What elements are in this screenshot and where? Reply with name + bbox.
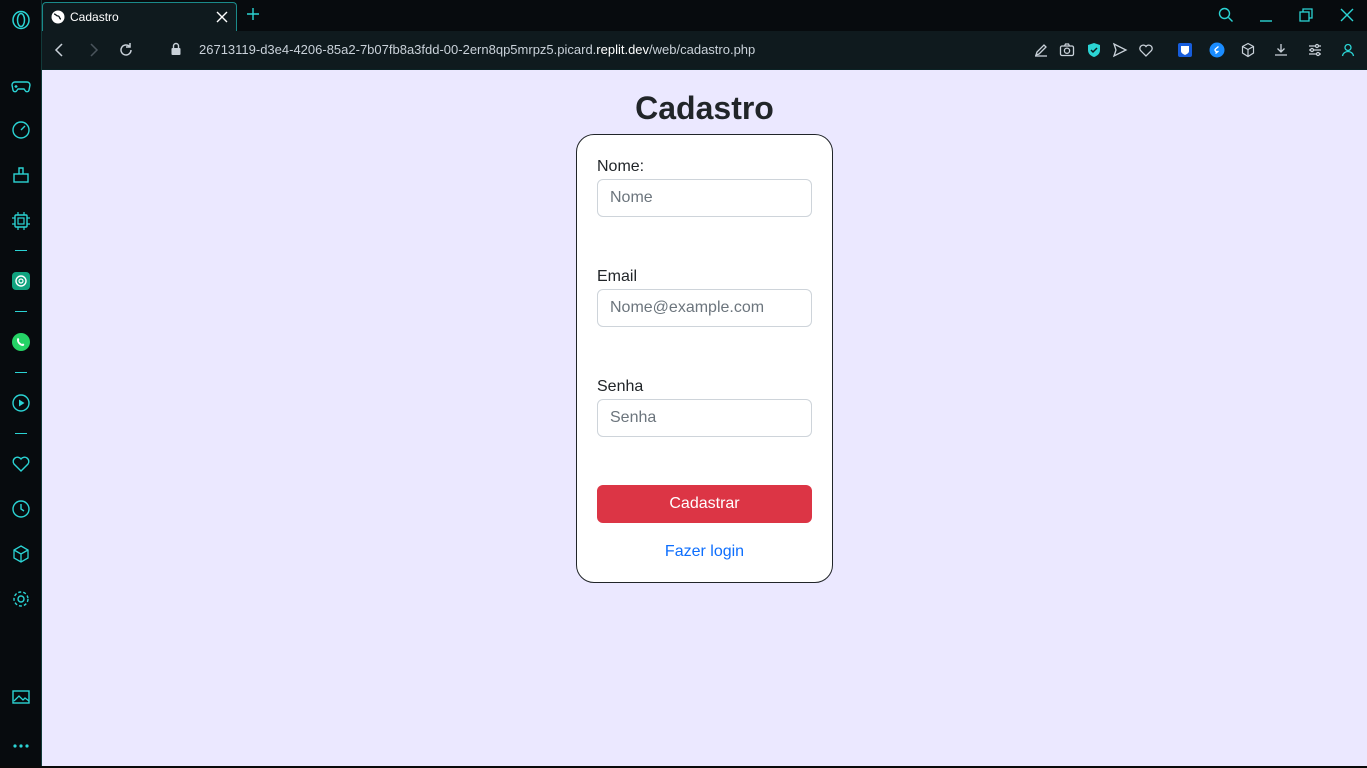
reload-icon[interactable]: [118, 42, 134, 58]
cadastrar-button[interactable]: Cadastrar: [597, 485, 812, 523]
url-prefix: 26713119-d3e4-4206-85a2-7b07fb8a3fdd-00-…: [199, 42, 597, 57]
url-field[interactable]: 26713119-d3e4-4206-85a2-7b07fb8a3fdd-00-…: [199, 42, 755, 57]
sidebar-divider: [15, 250, 27, 251]
close-window-icon[interactable]: [1339, 7, 1355, 23]
cpu-icon[interactable]: [11, 211, 31, 231]
cube-icon[interactable]: [11, 544, 31, 564]
send-icon[interactable]: [1112, 42, 1128, 58]
nome-input[interactable]: [597, 179, 812, 217]
url-path: /web/cadastro.php: [649, 42, 756, 57]
forward-arrow-icon[interactable]: [85, 42, 101, 58]
sidebar-divider: [15, 433, 27, 434]
browser-sidebar: [0, 0, 42, 768]
page-viewport: Cadastro Nome: Email Senha Cadastrar Faz…: [42, 70, 1367, 766]
shazam-icon[interactable]: [1209, 42, 1225, 58]
nome-label: Nome:: [597, 158, 645, 175]
close-tab-icon[interactable]: [216, 11, 228, 23]
restore-window-icon[interactable]: [1298, 7, 1314, 23]
tab-title: Cadastro: [70, 10, 119, 24]
extensions-cube-icon[interactable]: [1240, 42, 1256, 58]
tab-strip: Cadastro: [42, 0, 1367, 31]
url-host: replit.dev: [596, 42, 650, 57]
sidebar-divider: [15, 311, 27, 312]
minimize-icon[interactable]: [1258, 7, 1274, 23]
whatsapp-icon[interactable]: [11, 332, 31, 352]
easy-setup-icon[interactable]: [1307, 42, 1323, 58]
gamepad-icon[interactable]: [11, 76, 31, 96]
shield-check-icon[interactable]: [1086, 42, 1102, 58]
cleaner-icon[interactable]: [11, 165, 31, 185]
back-arrow-icon[interactable]: [52, 42, 68, 58]
settings-gear-icon[interactable]: [11, 589, 31, 609]
chatgpt-icon[interactable]: [11, 271, 31, 291]
camera-icon[interactable]: [1059, 42, 1075, 58]
fazer-login-link[interactable]: Fazer login: [577, 543, 832, 561]
tab-cadastro[interactable]: Cadastro: [42, 2, 237, 31]
opera-logo-icon[interactable]: [11, 10, 31, 30]
globe-icon: [51, 10, 65, 24]
gallery-icon[interactable]: [11, 687, 31, 707]
address-bar: 26713119-d3e4-4206-85a2-7b07fb8a3fdd-00-…: [42, 31, 1367, 70]
favorite-heart-icon[interactable]: [1138, 42, 1154, 58]
speedometer-icon[interactable]: [11, 120, 31, 140]
email-label: Email: [597, 268, 638, 285]
sidebar-divider: [15, 372, 27, 373]
signup-form-card: Nome: Email Senha Cadastrar Fazer login: [576, 134, 833, 583]
senha-input[interactable]: [597, 399, 812, 437]
more-dots-icon[interactable]: [11, 736, 31, 756]
search-icon[interactable]: [1218, 7, 1234, 23]
new-tab-plus-icon[interactable]: [246, 7, 260, 21]
edit-icon[interactable]: [1033, 42, 1049, 58]
profile-icon[interactable]: [1340, 42, 1356, 58]
page-title: Cadastro: [635, 90, 774, 126]
heart-icon[interactable]: [11, 454, 31, 474]
player-icon[interactable]: [11, 393, 31, 413]
email-input[interactable]: [597, 289, 812, 327]
lock-icon[interactable]: [169, 42, 183, 56]
bitwarden-icon[interactable]: [1177, 42, 1193, 58]
download-icon[interactable]: [1273, 42, 1289, 58]
senha-label: Senha: [597, 378, 644, 395]
history-icon[interactable]: [11, 499, 31, 519]
